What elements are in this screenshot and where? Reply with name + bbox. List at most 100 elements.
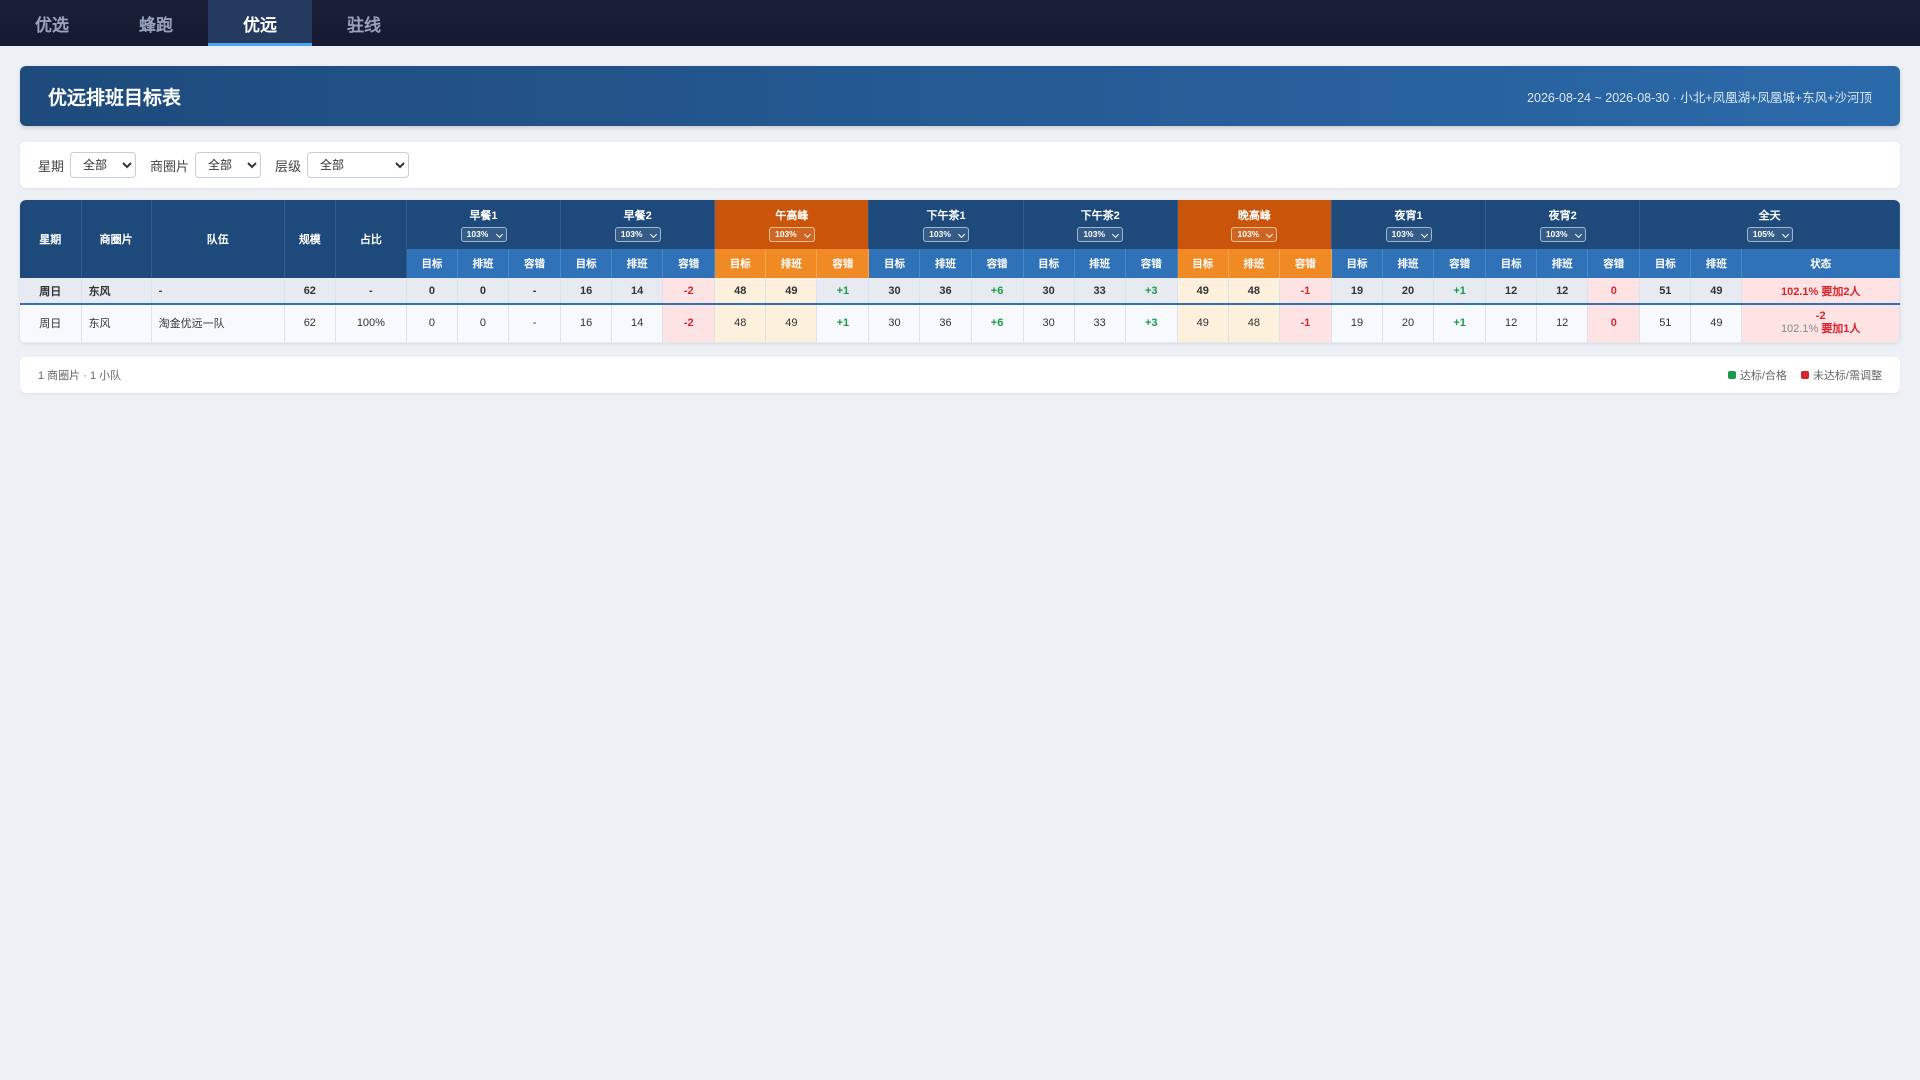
cell-margin: -1 bbox=[1279, 304, 1332, 343]
tab-fengpao[interactable]: 蜂跑 bbox=[104, 0, 208, 46]
pct-select-lunch-peak[interactable]: 103% bbox=[768, 227, 815, 242]
header-team: 队伍 bbox=[151, 200, 285, 278]
cell-schedule: 49 bbox=[765, 278, 818, 305]
legend-ok: 达标/合格 bbox=[1727, 367, 1787, 383]
header-group-breakfast1: 早餐1 103% bbox=[406, 200, 562, 249]
legend-ok-label: 达标/合格 bbox=[1739, 369, 1787, 382]
cell-margin: +3 bbox=[1125, 278, 1178, 305]
cell-schedule: 14 bbox=[611, 304, 664, 343]
sub-target: 目标 bbox=[1331, 249, 1384, 278]
pct-select-breakfast1[interactable]: 103% bbox=[460, 227, 507, 242]
sub-margin: 容错 bbox=[662, 249, 716, 278]
sub-target: 目标 bbox=[406, 249, 458, 278]
sub-schedule: 排班 bbox=[919, 249, 972, 278]
status-text: 要加1人 bbox=[1821, 323, 1861, 336]
area-select[interactable]: 全部 bbox=[195, 152, 262, 178]
cell-target: 48 bbox=[714, 304, 767, 343]
sub-schedule: 排班 bbox=[611, 249, 664, 278]
cell-schedule: 20 bbox=[1382, 278, 1435, 305]
header-area: 商圈片 bbox=[81, 200, 152, 278]
sub-schedule: 排班 bbox=[457, 249, 510, 278]
top-tab-bar: 优选 蜂跑 优远 驻线 bbox=[0, 0, 1920, 46]
cell-team: 淘金优远一队 bbox=[151, 304, 285, 343]
filter-bar: 星期 全部 商圈片 全部 层级 全部 bbox=[20, 142, 1900, 188]
weekday-select[interactable]: 全部 bbox=[70, 152, 137, 178]
pct-select-dinner-peak[interactable]: 103% bbox=[1231, 227, 1278, 242]
cell-margin: 0 bbox=[1587, 278, 1641, 305]
cell-scale: 62 bbox=[284, 278, 336, 305]
level-select[interactable]: 全部 bbox=[307, 152, 410, 178]
cell-margin: +1 bbox=[1433, 278, 1487, 305]
sub-target: 目标 bbox=[1639, 249, 1692, 278]
cell-margin: +1 bbox=[816, 278, 870, 305]
cell-margin: +6 bbox=[971, 278, 1024, 305]
cell-schedule: 33 bbox=[1074, 304, 1126, 343]
cell-margin: +1 bbox=[816, 304, 870, 343]
weekday-filter: 星期 全部 bbox=[38, 152, 137, 178]
sub-margin: 容错 bbox=[816, 249, 870, 278]
cell-target: 49 bbox=[1177, 278, 1229, 305]
cell-scale: 62 bbox=[284, 304, 336, 343]
cell-schedule: 49 bbox=[765, 304, 818, 343]
sub-schedule: 排班 bbox=[765, 249, 818, 278]
sub-target: 目标 bbox=[868, 249, 921, 278]
cell-status: 102.1% 要加2人 bbox=[1741, 278, 1900, 305]
group-name: 夜宵2 bbox=[1548, 210, 1577, 222]
sub-target: 目标 bbox=[1177, 249, 1229, 278]
cell-schedule: 12 bbox=[1536, 304, 1589, 343]
page-subtitle: 2026-08-24 ~ 2026-08-30 · 小北+凤凰湖+凤凰城+东风+… bbox=[1527, 90, 1872, 105]
status-pct: 102.1% bbox=[1780, 323, 1819, 336]
group-name: 早餐2 bbox=[623, 210, 652, 222]
cell-status: -2 102.1% 要加1人 bbox=[1741, 304, 1900, 343]
pct-select-night1[interactable]: 103% bbox=[1385, 227, 1432, 242]
header-group-all-day: 全天 105% bbox=[1639, 200, 1900, 249]
cell-schedule: 48 bbox=[1228, 304, 1280, 343]
group-name: 下午茶2 bbox=[1080, 210, 1120, 222]
cell-target: 30 bbox=[1023, 304, 1075, 343]
sub-status: 状态 bbox=[1741, 249, 1900, 278]
cell-margin: - bbox=[508, 278, 562, 305]
sub-target: 目标 bbox=[714, 249, 767, 278]
cell-margin: - bbox=[508, 304, 562, 343]
cell-margin: +6 bbox=[971, 304, 1024, 343]
group-name: 午高峰 bbox=[775, 210, 809, 222]
cell-schedule: 36 bbox=[919, 304, 972, 343]
cell-margin: 0 bbox=[1587, 304, 1641, 343]
tab-youxuan[interactable]: 优选 bbox=[0, 0, 104, 46]
sub-target: 目标 bbox=[1023, 249, 1075, 278]
cell-area: 东风 bbox=[81, 304, 152, 343]
header-group-dinner-peak: 晚高峰 103% bbox=[1177, 200, 1332, 249]
sub-schedule: 排班 bbox=[1536, 249, 1589, 278]
pct-select-night2[interactable]: 103% bbox=[1539, 227, 1586, 242]
weekday-filter-label: 星期 bbox=[38, 158, 65, 174]
cell-margin: +1 bbox=[1433, 304, 1487, 343]
pct-select-tea1[interactable]: 103% bbox=[923, 227, 970, 242]
table-footer: 1 商圈片 · 1 小队 达标/合格 未达标/需调整 bbox=[20, 356, 1900, 393]
tab-zhuxian[interactable]: 驻线 bbox=[312, 0, 416, 46]
group-name: 夜宵1 bbox=[1394, 210, 1423, 222]
cell-day-target: 51 bbox=[1639, 278, 1692, 305]
table-row-summary: 周日 东风 - 62 - 00- 16 14 -2 48 49 +1 30 36 +6 30… bbox=[20, 278, 1900, 305]
cell-schedule: 36 bbox=[919, 278, 972, 305]
cell-schedule: 12 bbox=[1536, 278, 1589, 305]
cell-target: 30 bbox=[868, 304, 921, 343]
cell-target: 49 bbox=[1177, 304, 1229, 343]
table-row: 周日 东风 淘金优远一队 62 100% 00- 16 14 -2 48 49 +1 3… bbox=[20, 304, 1900, 343]
cell-target: 0 bbox=[406, 304, 458, 343]
legend-bad-label: 未达标/需调整 bbox=[1812, 369, 1882, 382]
cell-schedule: 33 bbox=[1074, 278, 1126, 305]
cell-weekday: 周日 bbox=[20, 304, 82, 343]
pct-select-breakfast2[interactable]: 103% bbox=[614, 227, 661, 242]
schedule-table: 星期 商圈片 队伍 规模 占比 早餐1 103% 早餐2 103% 午高峰 103% … bbox=[20, 200, 1900, 343]
cell-ratio: - bbox=[335, 278, 407, 305]
tab-youyuan[interactable]: 优远 bbox=[208, 0, 312, 46]
cell-margin: +3 bbox=[1125, 304, 1178, 343]
header-scale: 规模 bbox=[284, 200, 336, 278]
legend-bad-swatch bbox=[1800, 370, 1809, 379]
sub-schedule: 排班 bbox=[1382, 249, 1435, 278]
cell-day-schedule: 49 bbox=[1690, 304, 1743, 343]
pct-select-tea2[interactable]: 103% bbox=[1077, 227, 1124, 242]
cell-margin: -2 bbox=[662, 304, 716, 343]
pct-select-all-day[interactable]: 105% bbox=[1746, 227, 1793, 242]
sub-margin: 容错 bbox=[508, 249, 562, 278]
